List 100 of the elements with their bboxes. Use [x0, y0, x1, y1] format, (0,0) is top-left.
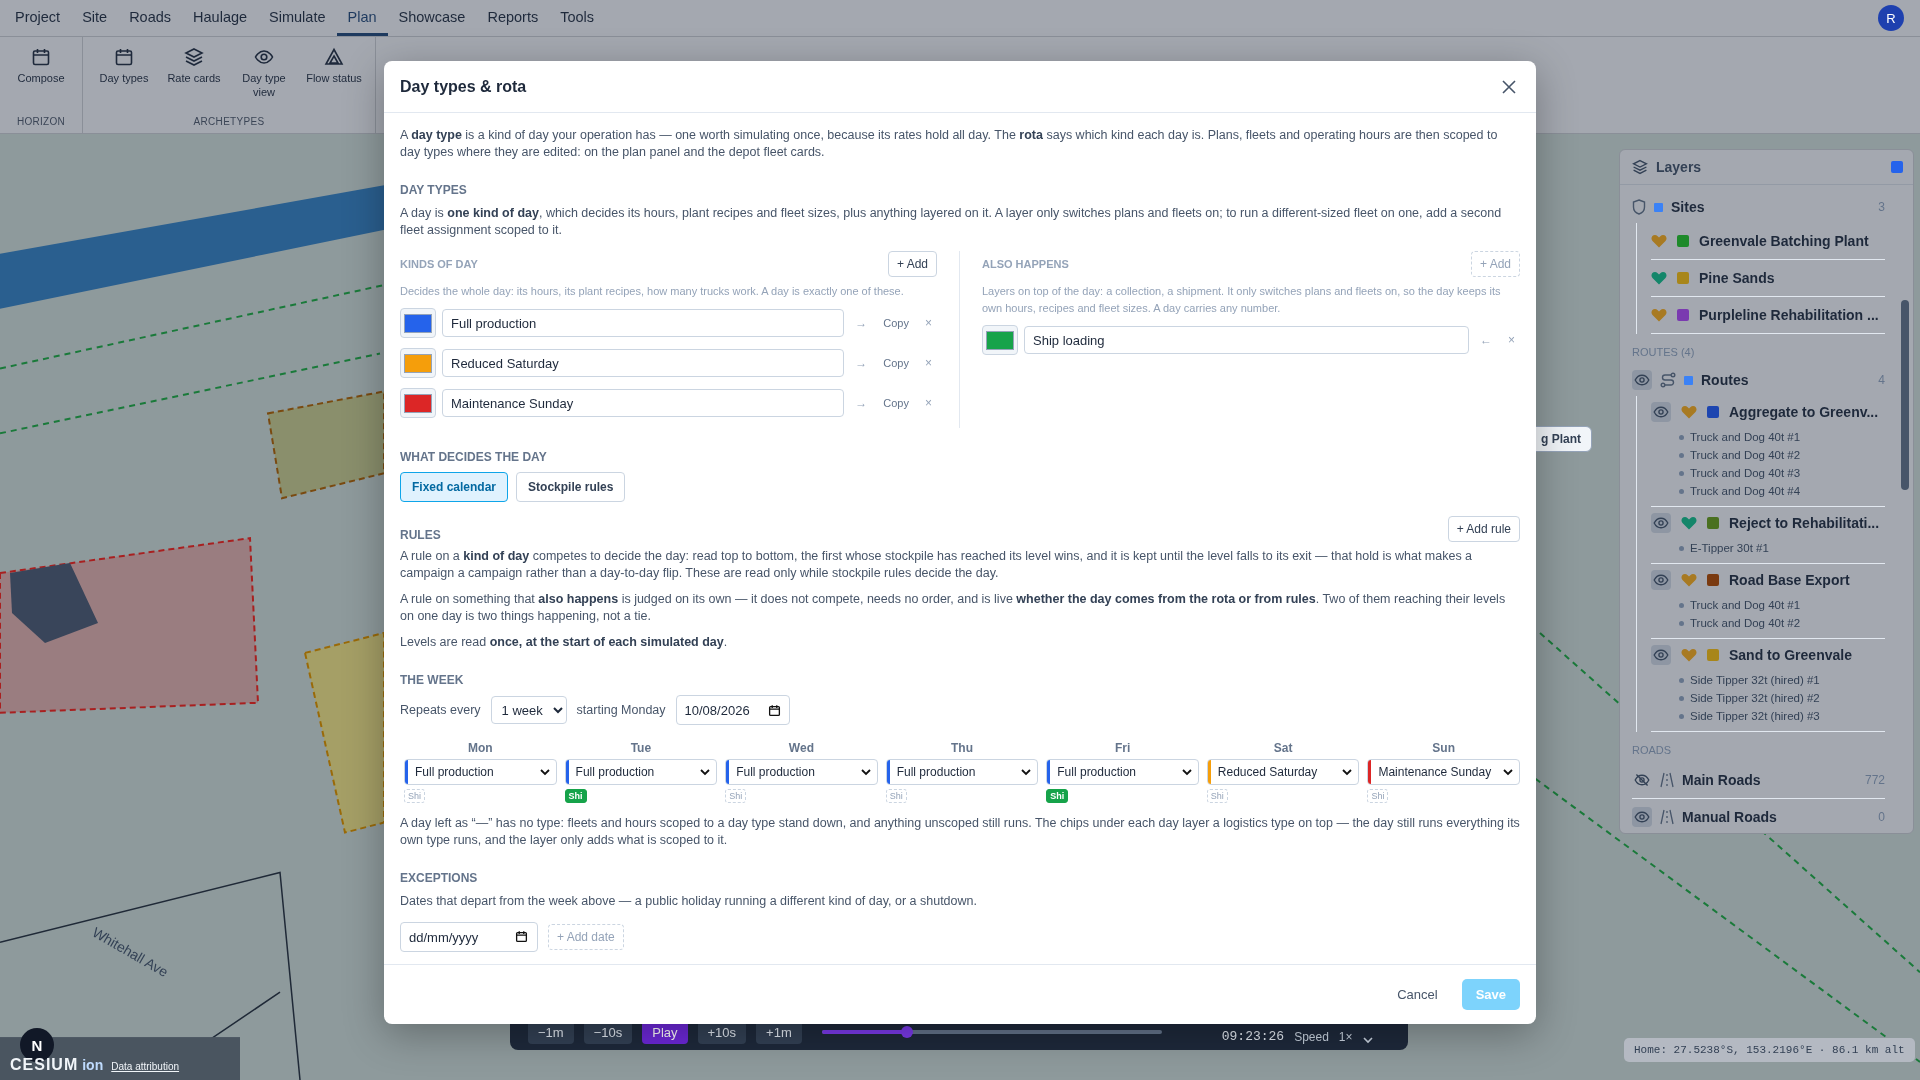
day-type-select[interactable]: Maintenance Sunday	[1367, 759, 1520, 785]
layers-icon	[1632, 159, 1648, 175]
cancel-button[interactable]: Cancel	[1387, 979, 1448, 1010]
eye-icon[interactable]	[1651, 402, 1671, 422]
day-type-select[interactable]: Full production	[404, 759, 557, 785]
route-name[interactable]: Sand to Greenvale	[1729, 647, 1852, 663]
menu-tab[interactable]: Reports	[476, 0, 550, 36]
menu-tab[interactable]: Roads	[118, 0, 183, 36]
site-name[interactable]: Greenvale Batching Plant	[1699, 233, 1869, 249]
ribbon-tool-button[interactable]: Flow status	[299, 47, 369, 116]
eye-icon[interactable]	[1651, 513, 1671, 533]
chevron-down-icon[interactable]	[1362, 1036, 1373, 1044]
weekday-label: Thu	[951, 741, 973, 755]
collapse-toggle-icon[interactable]	[1654, 202, 1663, 212]
route-name[interactable]: Aggregate to Greenv...	[1729, 404, 1879, 420]
start-label: starting Monday	[576, 703, 666, 717]
menu-tab[interactable]: Showcase	[387, 0, 477, 36]
bullet-icon	[1679, 434, 1684, 440]
attribution-link[interactable]: Data attribution	[111, 1061, 180, 1072]
calendar-icon	[31, 47, 51, 67]
day-type-select[interactable]: Full production	[725, 759, 878, 785]
truck-name: Truck and Dog 40t #3	[1690, 466, 1801, 481]
column-hint: Decides the whole day: its hours, its plant recipes, how many trucks work. A day is exactly one of these.	[400, 284, 905, 299]
layer-chip[interactable]: Shi	[1046, 789, 1069, 803]
chevron-down-icon	[860, 768, 871, 776]
truck-name: E-Tipper 30t #1	[1690, 541, 1769, 556]
calendar-icon[interactable]	[515, 930, 528, 943]
add-rule-button[interactable]: + Add rule	[1447, 516, 1520, 542]
weekday-label: Mon	[467, 741, 493, 755]
collapse-toggle-icon[interactable]	[1891, 161, 1903, 173]
route-name[interactable]: Reject to Rehabilitati...	[1729, 515, 1880, 531]
ribbon-group-label: ARCHETYPES	[193, 116, 265, 129]
chevron-down-icon	[700, 768, 711, 776]
layer-name-field[interactable]: Ship loading	[1024, 326, 1469, 354]
menu-tab[interactable]: Haulage	[182, 0, 259, 36]
bullet-icon	[1679, 713, 1684, 719]
speed-select[interactable]: 1×	[1338, 1030, 1353, 1044]
repeat-interval-select[interactable]: 1 week	[490, 696, 567, 724]
day-type-select[interactable]: Full production	[885, 759, 1039, 785]
dialog-title: Day types & rota	[400, 77, 527, 96]
copy-link[interactable]: Copy	[878, 317, 914, 329]
layer-group-name: Routes	[1701, 372, 1749, 388]
ribbon-tool-button[interactable]: Compose	[6, 47, 76, 116]
chevron-down-icon	[1021, 768, 1032, 776]
eye-icon[interactable]	[1632, 370, 1652, 390]
day-type-select[interactable]: Reduced Saturday	[1206, 759, 1360, 785]
layer-count: 4	[1878, 373, 1885, 387]
user-avatar[interactable]: R	[1878, 5, 1904, 31]
menu-tab[interactable]: Tools	[549, 0, 606, 36]
day-type-select[interactable]: Full production	[564, 759, 718, 785]
route-name[interactable]: Road Base Export	[1729, 572, 1850, 588]
shield-icon	[1632, 199, 1646, 215]
copy-link[interactable]: Copy	[878, 397, 914, 409]
truck-name: Truck and Dog 40t #1	[1690, 598, 1801, 613]
day-type-name-field[interactable]: Maintenance Sunday	[442, 389, 845, 417]
repeats-label: Repeats every	[400, 703, 481, 717]
day-type-name-field[interactable]: Reduced Saturday	[442, 349, 845, 377]
close-icon[interactable]	[1502, 79, 1516, 94]
mode-toggle-button[interactable]: Stockpile rules	[516, 472, 626, 502]
ribbon-tool-button[interactable]: Rate cards	[159, 47, 229, 116]
menu-tab[interactable]: Project	[4, 0, 72, 36]
layers-icon	[184, 47, 204, 67]
calendar-icon[interactable]	[767, 703, 781, 717]
site-name[interactable]: Purpleline Rehabilitation ...	[1699, 307, 1879, 323]
speed-label: Speed	[1294, 1030, 1329, 1044]
site-name[interactable]: Pine Sands	[1699, 270, 1775, 286]
section-heading: EXCEPTIONS	[400, 871, 479, 885]
day-type-select[interactable]: Full production	[1046, 759, 1199, 785]
layer-group-name: Manual Roads	[1682, 809, 1777, 825]
menu-tab[interactable]: Simulate	[258, 0, 337, 36]
layer-group-name: Sites	[1671, 199, 1705, 215]
layer-count: 772	[1864, 773, 1885, 787]
layer-count: 0	[1878, 810, 1885, 824]
eye-icon[interactable]	[1651, 570, 1671, 590]
start-date-field[interactable]: 10/08/2026	[675, 695, 790, 725]
mode-toggle-button[interactable]: Fixed calendar	[400, 472, 509, 502]
exception-date-field[interactable]: dd/mm/yyyy	[400, 922, 538, 952]
weekday-label: Tue	[630, 741, 652, 755]
eye-icon[interactable]	[1651, 645, 1671, 665]
day-type-name-field[interactable]: Full production	[442, 309, 845, 337]
truck-name: Truck and Dog 40t #2	[1690, 616, 1801, 631]
bullet-icon	[1679, 488, 1684, 494]
chevron-down-icon	[1503, 768, 1513, 776]
menu-tab[interactable]: Site	[71, 0, 119, 36]
bullet-icon	[1679, 677, 1684, 683]
bullet-icon	[1679, 470, 1684, 476]
truck-name: Truck and Dog 40t #1	[1690, 430, 1801, 445]
ribbon-tool-button[interactable]: Day type view	[229, 47, 299, 116]
copy-link[interactable]: Copy	[878, 357, 914, 369]
bullet-icon	[1679, 695, 1684, 701]
ribbon-tool-button[interactable]: Day types	[89, 47, 159, 116]
truck-name: Truck and Dog 40t #4	[1690, 484, 1801, 499]
eye-icon[interactable]	[1632, 807, 1652, 827]
section-heading: ROADS	[1632, 744, 1673, 756]
add-button[interactable]: + Add	[887, 251, 937, 277]
scrollbar-thumb[interactable]	[1901, 300, 1909, 490]
slider-thumb[interactable]	[900, 1026, 913, 1038]
layer-chip[interactable]: Shi	[564, 789, 587, 803]
collapse-toggle-icon[interactable]	[1684, 375, 1693, 385]
chevron-down-icon	[539, 768, 550, 776]
